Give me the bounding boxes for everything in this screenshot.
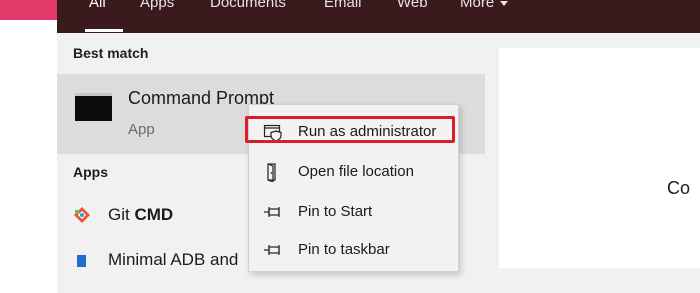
file-location-icon: [267, 163, 276, 182]
menu-item-label: Open file location: [298, 163, 414, 180]
accent-strip: [0, 0, 57, 20]
app-result-label: Minimal ADB and: [108, 250, 239, 269]
tab-all[interactable]: All: [89, 0, 106, 13]
git-icon: [74, 207, 90, 223]
tab-more[interactable]: More: [460, 0, 509, 13]
pin-icon: [264, 207, 280, 217]
best-match-type: App: [128, 121, 155, 138]
cmd-icon: [75, 93, 112, 121]
best-match-heading: Best match: [73, 45, 149, 61]
app-result-label: Git CMD: [108, 205, 174, 224]
left-strip: [0, 0, 57, 293]
preview-card: [499, 48, 700, 268]
tab-more-label: More: [460, 0, 495, 11]
tab-apps[interactable]: Apps: [140, 0, 174, 13]
tab-email[interactable]: Email: [324, 0, 362, 13]
menu-item-open-file-location[interactable]: Open file location: [249, 154, 458, 190]
chevron-down-icon: [500, 0, 509, 6]
tab-documents[interactable]: Documents: [210, 0, 286, 13]
preview-app-name: Co: [667, 178, 691, 198]
menu-item-pin-to-start[interactable]: Pin to Start: [249, 194, 458, 230]
search-filter-tabs: All Apps Documents Email Web More: [57, 0, 700, 33]
menu-item-label: Pin to Start: [298, 203, 373, 220]
adb-icon: [77, 255, 86, 267]
tab-web[interactable]: Web: [397, 0, 428, 13]
run-as-administrator-highlight: [245, 116, 455, 143]
preview-pane: Co: [485, 33, 700, 293]
menu-item-label: Pin to taskbar: [298, 241, 390, 258]
active-tab-indicator: [85, 29, 123, 32]
apps-heading: Apps: [73, 164, 108, 180]
menu-item-pin-to-taskbar[interactable]: Pin to taskbar: [249, 232, 458, 268]
pin-icon: [264, 245, 280, 255]
